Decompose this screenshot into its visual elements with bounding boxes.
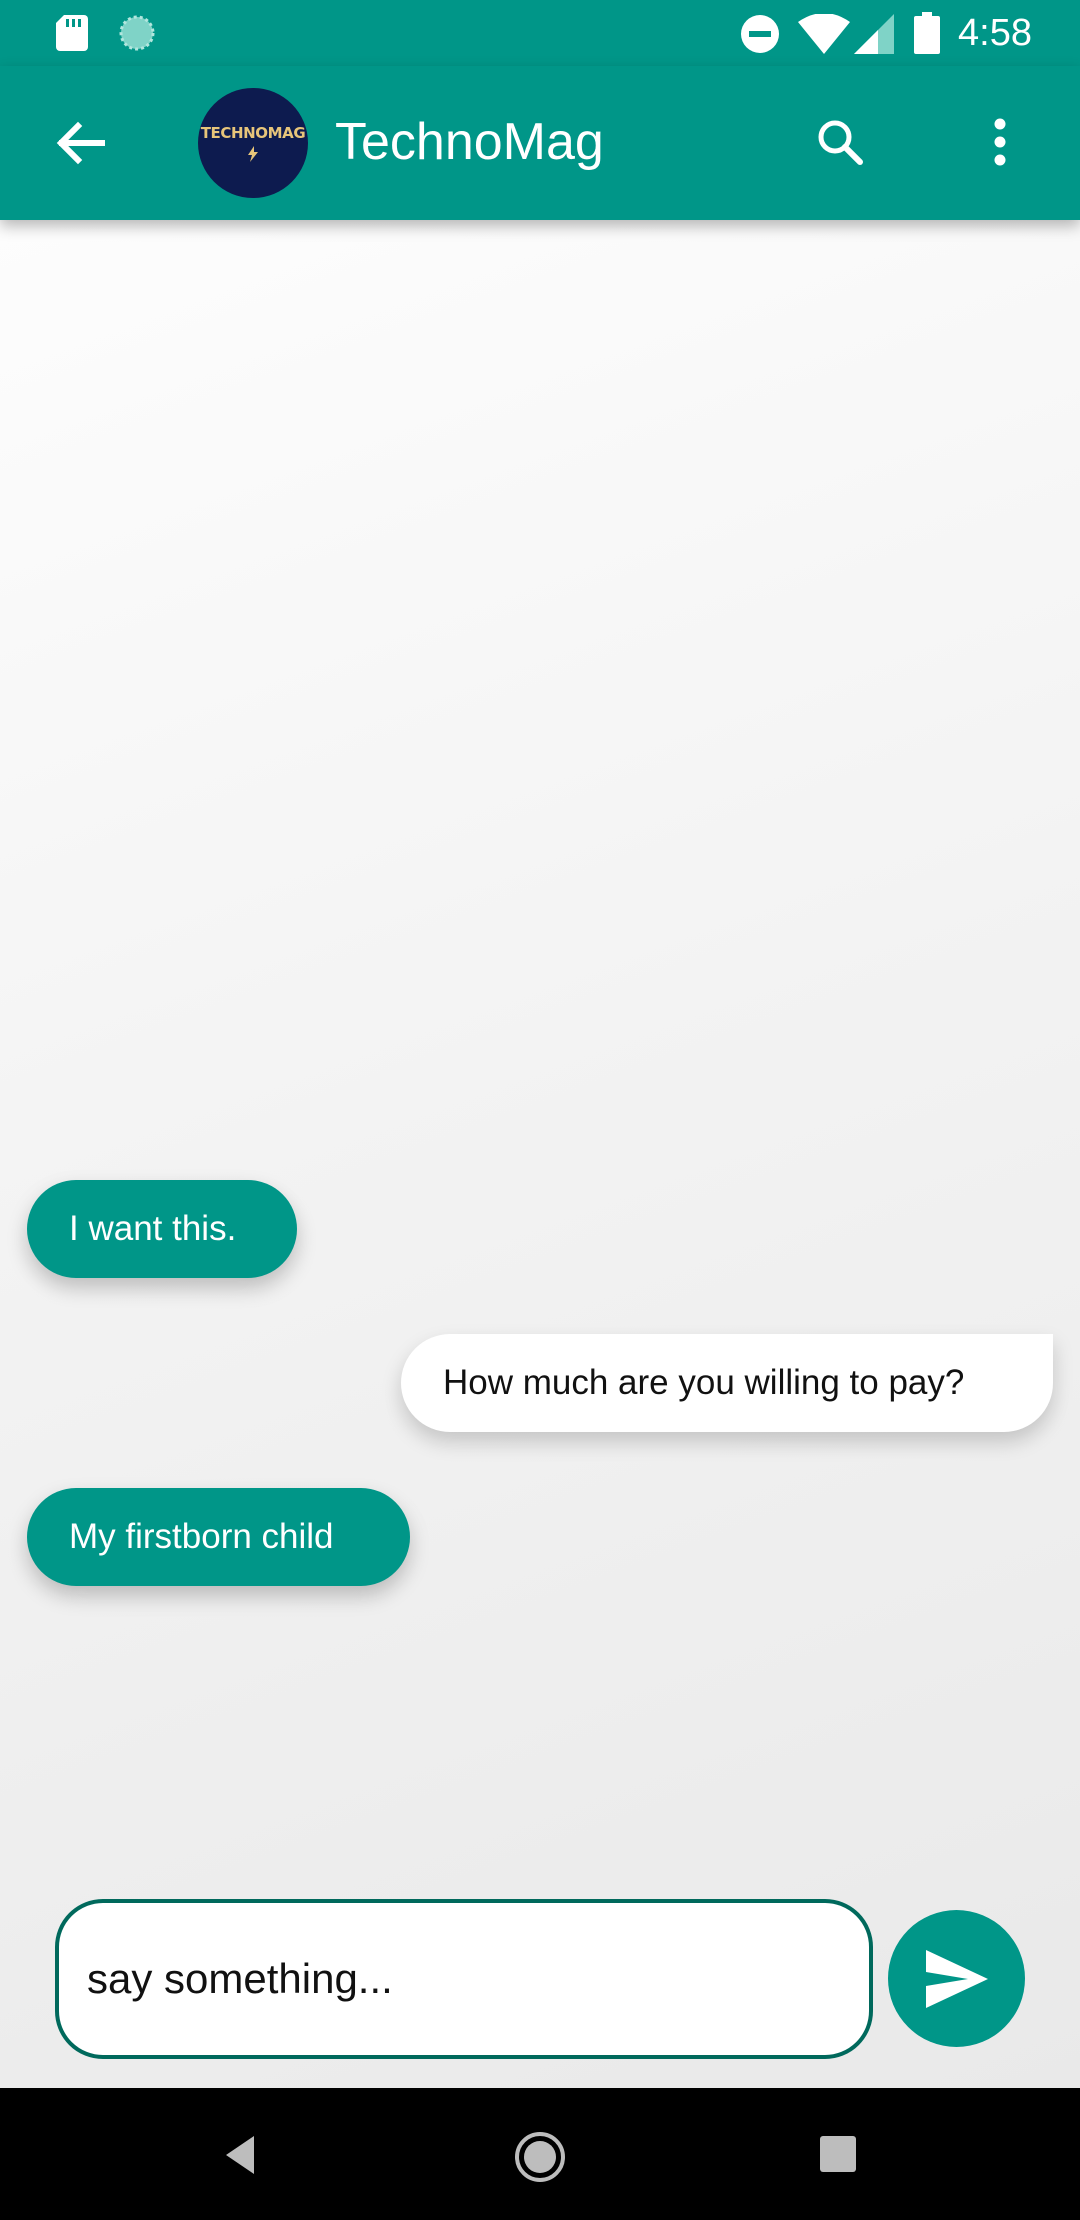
back-arrow-icon[interactable] [40, 103, 120, 183]
message-bubble-outgoing[interactable]: How much are you willing to pay? [401, 1334, 1053, 1432]
send-button[interactable] [888, 1910, 1025, 2047]
nav-back-icon[interactable] [218, 2130, 268, 2180]
message-bubble-incoming[interactable]: My firstborn child [27, 1488, 410, 1586]
status-bar: 4:58 [0, 0, 1080, 66]
message-composer [0, 1860, 1080, 2088]
wifi-icon [798, 14, 850, 54]
bolt-icon [248, 146, 258, 162]
status-clock: 4:58 [958, 12, 1032, 54]
message-bubble-incoming[interactable]: I want this. [27, 1180, 297, 1278]
cell-signal-icon [854, 14, 894, 54]
chat-area [0, 220, 1080, 2088]
app-bar: TECHNOMAG TechnoMag [0, 66, 1080, 220]
sd-card-icon [56, 15, 88, 51]
search-icon[interactable] [800, 102, 880, 182]
navigation-bar [0, 2088, 1080, 2220]
page-title: TechnoMag [335, 113, 604, 171]
avatar-logo-text: TECHNOMAG [200, 124, 306, 142]
message-input[interactable] [55, 1899, 873, 2059]
do-not-disturb-icon [741, 15, 779, 53]
sync-icon [119, 15, 155, 51]
send-icon [926, 1950, 988, 2008]
battery-icon [914, 12, 940, 54]
avatar[interactable]: TECHNOMAG [198, 88, 308, 198]
nav-recents-icon[interactable] [818, 2134, 858, 2174]
more-vert-icon[interactable] [960, 102, 1040, 182]
nav-home-icon[interactable] [513, 2130, 567, 2184]
